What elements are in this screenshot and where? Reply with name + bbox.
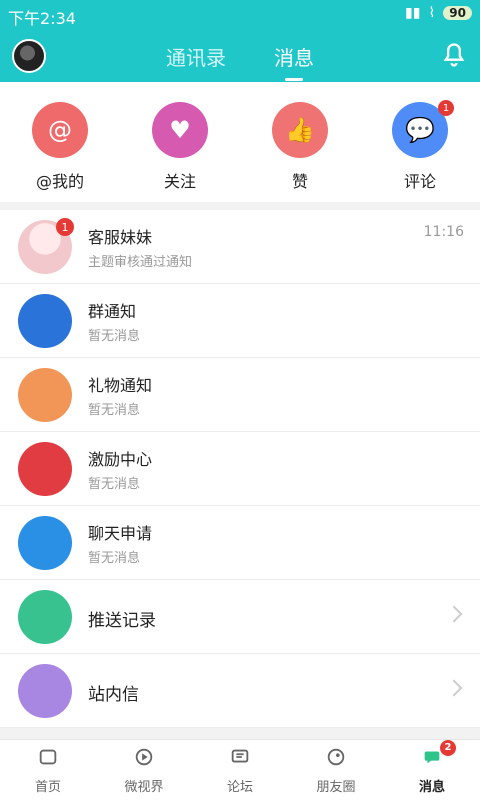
bottom-nav: 首页 微视界 论坛 朋友圈 2 消息 [0, 739, 480, 800]
status-bar: 下午2:34 ▮▮ ⌇ 90 [0, 0, 480, 30]
broadcast-icon [18, 590, 72, 644]
list-item-title: 客服妹妹 [88, 228, 153, 247]
list-item-title: 站内信 [88, 685, 139, 705]
comment-badge: 1 [438, 100, 454, 116]
top-bar: 通讯录 消息 [0, 30, 480, 82]
gift-icon [18, 368, 72, 422]
heart-icon: ♥ [152, 102, 208, 158]
unread-badge: 1 [56, 218, 74, 236]
medal-icon [18, 442, 72, 496]
bell-icon[interactable] [440, 41, 468, 69]
status-time: 下午2:34 [8, 9, 76, 28]
quick-label-like: 赞 [291, 172, 308, 191]
list-item-time: 11:16 [423, 224, 464, 240]
status-icons: ▮▮ ⌇ 90 [405, 5, 472, 21]
bottom-label-video: 微视界 [124, 779, 164, 795]
at-icon: @ [32, 102, 88, 158]
thumbs-up-icon: 👍 [272, 102, 328, 158]
message-list: 1 客服妹妹 主题审核通过通知 11:16 群通知 暂无消息 礼物通知 暂无消息… [0, 210, 480, 728]
list-item-title: 推送记录 [88, 611, 156, 631]
list-item-incentive-center[interactable]: 激励中心 暂无消息 [0, 432, 480, 506]
tab-messages[interactable]: 消息 [274, 42, 314, 71]
circle-icon [327, 748, 345, 765]
list-item-title: 礼物通知 [88, 376, 153, 395]
bottom-label-home: 首页 [34, 779, 61, 795]
quick-label-at-me: @我的 [35, 172, 84, 191]
bottom-tab-home[interactable]: 首页 [0, 746, 96, 795]
quick-like[interactable]: 👍 赞 [240, 102, 360, 192]
chat-bubble-icon [18, 516, 72, 570]
chevron-right-icon [445, 605, 463, 623]
battery-level: 90 [443, 6, 472, 20]
list-item-subtitle: 暂无消息 [88, 477, 141, 492]
group-icon [18, 294, 72, 348]
bottom-tab-messages[interactable]: 2 消息 [384, 739, 480, 795]
video-icon [135, 748, 153, 765]
mail-icon [18, 664, 72, 718]
tab-contacts[interactable]: 通讯录 [166, 42, 226, 71]
wifi-icon: ⌇ [428, 5, 436, 21]
list-item-title: 群通知 [88, 302, 137, 321]
forum-icon [231, 749, 249, 762]
list-item-gift-notice[interactable]: 礼物通知 暂无消息 [0, 358, 480, 432]
comment-icon: 💬 1 [392, 100, 454, 158]
bottom-label-moments: 朋友圈 [316, 779, 356, 795]
home-icon [39, 749, 57, 764]
list-item-push-records[interactable]: 推送记录 [0, 580, 480, 654]
quick-at-me[interactable]: @ @我的 [0, 102, 120, 192]
bottom-tab-moments[interactable]: 朋友圈 [288, 746, 384, 795]
chevron-right-icon [445, 679, 463, 697]
bottom-tab-video[interactable]: 微视界 [96, 746, 192, 795]
list-item-customer-service[interactable]: 1 客服妹妹 主题审核通过通知 11:16 [0, 210, 480, 284]
messages-badge: 2 [440, 739, 456, 756]
top-tabs: 通讯录 消息 [0, 30, 480, 82]
list-item-title: 聊天申请 [88, 524, 153, 543]
list-item-group-notice[interactable]: 群通知 暂无消息 [0, 284, 480, 358]
list-item-title: 激励中心 [88, 450, 153, 469]
quick-label-comment: 评论 [403, 172, 436, 191]
quick-comment[interactable]: 💬 1 评论 [360, 100, 480, 192]
list-item-subtitle: 暂无消息 [88, 551, 141, 566]
section-divider [0, 202, 480, 210]
list-item-chat-request[interactable]: 聊天申请 暂无消息 [0, 506, 480, 580]
quick-label-follow: 关注 [163, 172, 196, 191]
list-item-inbox[interactable]: 站内信 [0, 654, 480, 728]
quick-actions: @ @我的 ♥ 关注 👍 赞 💬 1 评论 [0, 82, 480, 202]
list-item-subtitle: 暂无消息 [88, 403, 141, 418]
bottom-tab-forum[interactable]: 论坛 [192, 746, 288, 795]
bottom-label-forum: 论坛 [226, 779, 253, 795]
signal-icon: ▮▮ [405, 5, 421, 21]
bottom-label-messages: 消息 [418, 779, 445, 795]
list-item-subtitle: 暂无消息 [88, 329, 141, 344]
list-item-subtitle: 主题审核通过通知 [88, 255, 193, 270]
quick-follow[interactable]: ♥ 关注 [120, 102, 240, 192]
